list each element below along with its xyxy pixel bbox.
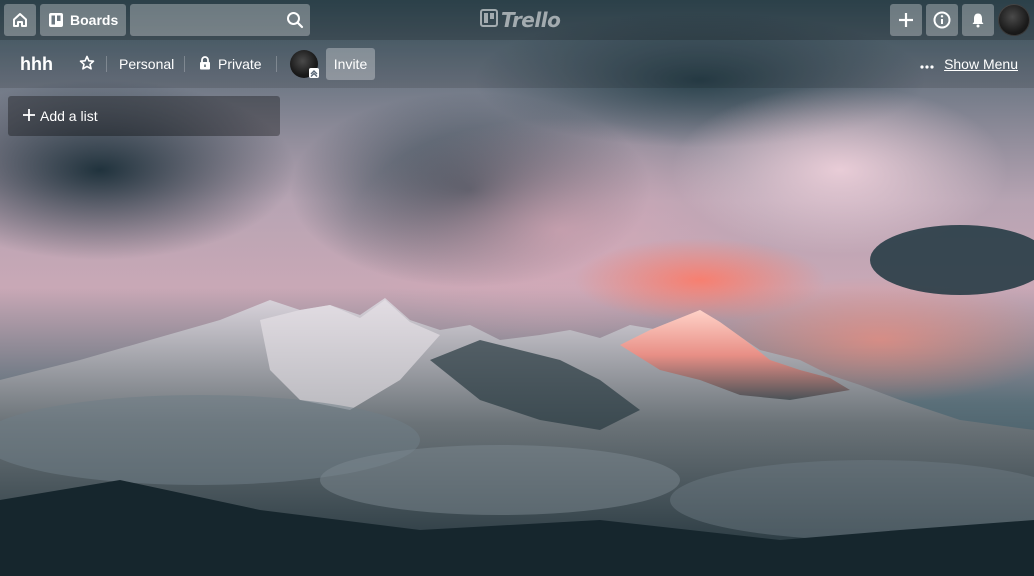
visibility-label: Private [218,56,262,72]
plus-icon [22,108,36,125]
plus-icon [898,12,914,28]
invite-button[interactable]: Invite [326,48,375,80]
divider [106,56,107,72]
board-icon [48,12,64,28]
boards-button[interactable]: Boards [40,4,126,36]
star-icon [79,55,95,74]
lock-icon [199,55,211,73]
bell-icon [970,12,986,28]
divider [184,56,185,72]
star-board-button[interactable] [72,48,102,80]
add-list-button[interactable]: Add a list [8,96,280,136]
notifications-button[interactable] [962,4,994,36]
top-navigation-bar: Boards Trello [0,0,1034,40]
board-title[interactable]: hhh [20,54,53,75]
board-header: hhh Personal Private [0,40,1034,88]
logo-text: Trello [501,8,561,32]
show-menu-label: Show Menu [944,56,1018,72]
info-button[interactable] [926,4,958,36]
boards-label: Boards [70,12,119,28]
divider [276,56,277,72]
admin-badge [309,68,319,78]
info-icon [933,11,951,29]
visibility-button[interactable]: Private [192,48,269,80]
search-icon[interactable] [286,11,304,34]
trello-logo[interactable]: Trello [480,8,561,32]
search-input[interactable] [130,4,270,36]
home-button[interactable] [4,4,36,36]
show-menu-button[interactable]: Show Menu [920,48,1018,80]
search-box[interactable] [130,4,310,36]
trello-logo-icon [480,8,498,32]
team-label: Personal [119,56,175,72]
create-button[interactable] [890,4,922,36]
team-button[interactable]: Personal [112,48,181,80]
user-avatar[interactable] [998,4,1030,36]
ellipsis-icon [920,56,934,72]
home-icon [11,11,29,29]
add-list-label: Add a list [40,108,98,124]
